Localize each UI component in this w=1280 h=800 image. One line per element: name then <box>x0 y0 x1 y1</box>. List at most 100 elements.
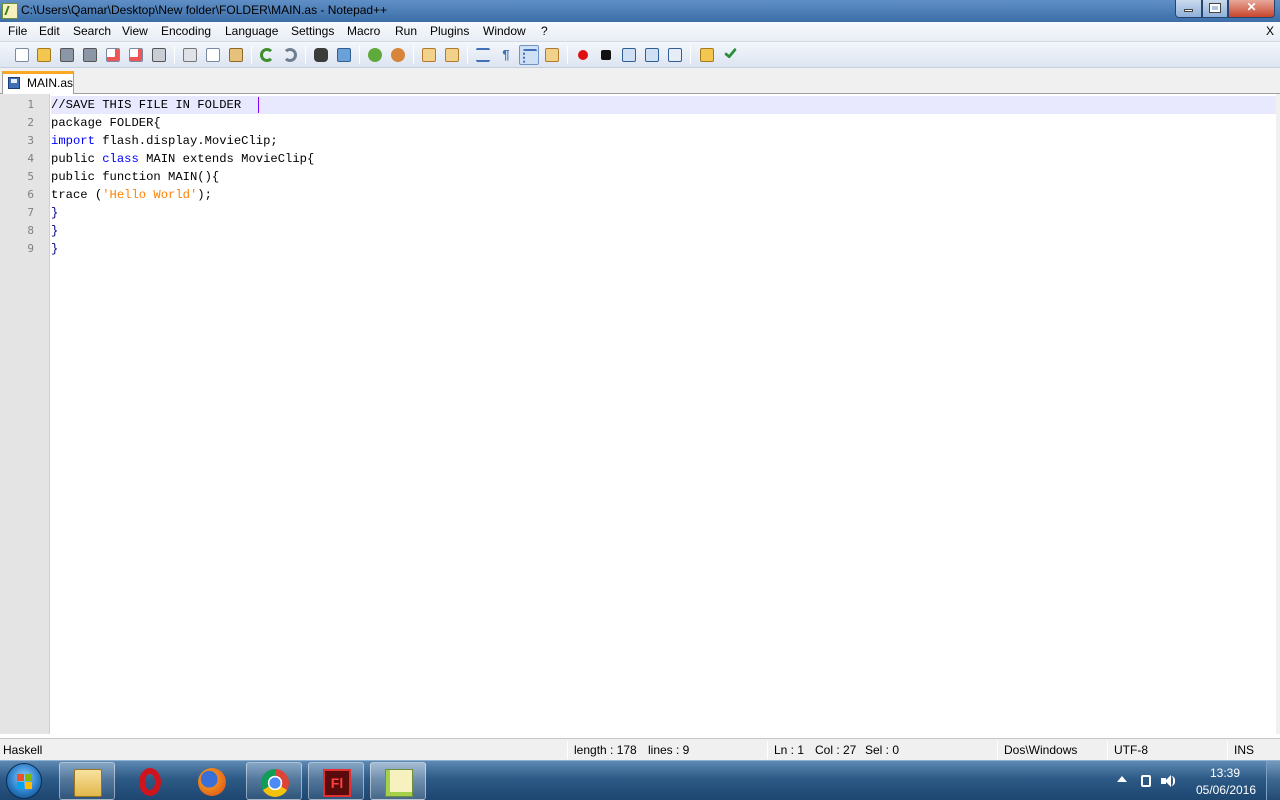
open-file-button[interactable] <box>34 45 54 65</box>
fast-forward-icon <box>645 48 659 62</box>
menu-search[interactable]: Search <box>73 24 111 38</box>
show-hidden-icons-icon[interactable] <box>1117 776 1127 782</box>
menu-macro[interactable]: Macro <box>347 24 380 38</box>
keyword-class: class <box>102 152 139 166</box>
printer-icon <box>152 48 166 62</box>
undo-icon <box>260 48 274 62</box>
line-number: 4 <box>27 152 34 165</box>
line-number: 9 <box>27 242 34 255</box>
volume-icon[interactable] <box>1160 773 1176 789</box>
clock-time[interactable]: 13:39 <box>1200 766 1250 780</box>
copy-button[interactable] <box>203 45 223 65</box>
taskbar-notepad-plus-plus[interactable] <box>370 762 426 800</box>
print-button[interactable] <box>149 45 169 65</box>
stop-recording-button[interactable] <box>596 45 616 65</box>
show-desktop-button[interactable] <box>1266 761 1280 800</box>
close-file-icon <box>106 48 120 62</box>
status-divider <box>1107 741 1108 759</box>
word-wrap-icon <box>476 48 490 62</box>
tab-label: MAIN.as <box>27 76 74 90</box>
zoom-in-icon <box>368 48 382 62</box>
spell-check-icon <box>723 45 738 59</box>
paste-button[interactable] <box>226 45 246 65</box>
document-map-button[interactable] <box>542 45 562 65</box>
pilcrow-icon: ¶ <box>502 47 510 62</box>
status-bar: Haskell length : 178 lines : 9 Ln : 1 Co… <box>0 738 1280 760</box>
indent-guide-button[interactable] <box>519 45 539 65</box>
tab-main-as[interactable]: MAIN.as <box>2 71 74 94</box>
vertical-scrollbar[interactable] <box>1276 94 1280 734</box>
stop-icon <box>601 50 611 60</box>
save-all-button[interactable] <box>80 45 100 65</box>
menu-file[interactable]: File <box>8 24 27 38</box>
power-plug-icon[interactable] <box>1138 773 1154 789</box>
zoom-out-button[interactable] <box>388 45 408 65</box>
taskbar-firefox[interactable] <box>184 762 240 800</box>
taskbar-opera[interactable] <box>122 762 178 800</box>
menu-plugins[interactable]: Plugins <box>430 24 469 38</box>
status-eol: Dos\Windows <box>1004 743 1078 757</box>
code-line-4: public class MAIN extends MovieClip{ <box>51 150 314 168</box>
new-file-button[interactable] <box>12 45 32 65</box>
sync-vertical-button[interactable] <box>419 45 439 65</box>
close-document-button[interactable]: X <box>1266 24 1274 38</box>
save-button[interactable] <box>57 45 77 65</box>
zoom-out-icon <box>391 48 405 62</box>
maximize-button[interactable] <box>1202 0 1228 18</box>
menu-edit[interactable]: Edit <box>39 24 60 38</box>
record-icon <box>578 50 588 60</box>
status-divider <box>1227 741 1228 759</box>
close-button[interactable]: ✕ <box>1228 0 1275 18</box>
toolbar-separator <box>359 46 360 64</box>
code-text: public <box>51 152 103 166</box>
find-button[interactable] <box>311 45 331 65</box>
run-macro-multiple-button[interactable] <box>642 45 662 65</box>
replace-icon <box>337 48 351 62</box>
menu-view[interactable]: View <box>122 24 148 38</box>
line-number: 5 <box>27 170 34 183</box>
status-insert-mode: INS <box>1234 743 1255 757</box>
taskbar-file-explorer[interactable] <box>59 762 115 800</box>
redo-button[interactable] <box>280 45 300 65</box>
toolbar-separator <box>174 46 175 64</box>
taskbar-flash[interactable]: Fl <box>308 762 364 800</box>
spell-check-button[interactable] <box>720 45 740 65</box>
title-bar: C:\Users\Qamar\Desktop\New folder\FOLDER… <box>0 0 1280 22</box>
flash-icon: Fl <box>323 769 351 797</box>
save-macro-button[interactable] <box>665 45 685 65</box>
tab-bar: MAIN.as <box>0 68 1280 94</box>
copy-icon <box>206 48 220 62</box>
text-caret <box>258 97 259 113</box>
opera-icon <box>139 768 161 796</box>
code-line-9: } <box>51 242 59 256</box>
close-file-button[interactable] <box>103 45 123 65</box>
close-all-button[interactable] <box>126 45 146 65</box>
windows-logo-icon <box>17 774 32 789</box>
menu-encoding[interactable]: Encoding <box>161 24 211 38</box>
status-sel: Sel : 0 <box>865 743 900 757</box>
menu-run[interactable]: Run <box>395 24 417 38</box>
sync-horizontal-button[interactable] <box>442 45 462 65</box>
code-text: flash.display.MovieClip; <box>94 134 278 148</box>
undo-button[interactable] <box>257 45 277 65</box>
minimize-button[interactable] <box>1175 0 1202 18</box>
menu-settings[interactable]: Settings <box>291 24 334 38</box>
taskbar-chrome[interactable] <box>246 762 302 800</box>
show-all-chars-button[interactable]: ¶ <box>496 45 516 65</box>
clock-date[interactable]: 05/06/2016 <box>1192 783 1260 797</box>
menu-window[interactable]: Window <box>483 24 526 38</box>
menu-language[interactable]: Language <box>225 24 278 38</box>
cut-button[interactable] <box>180 45 200 65</box>
status-length: length : 178 <box>574 743 637 757</box>
open-folder-button[interactable] <box>697 45 717 65</box>
zoom-in-button[interactable] <box>365 45 385 65</box>
playback-macro-button[interactable] <box>619 45 639 65</box>
word-wrap-button[interactable] <box>473 45 493 65</box>
code-editor[interactable]: 1 2 3 4 5 6 7 8 9 //SAVE THIS FILE IN FO… <box>0 94 1276 734</box>
menu-help[interactable]: ? <box>541 24 548 38</box>
replace-button[interactable] <box>334 45 354 65</box>
record-macro-button[interactable] <box>573 45 593 65</box>
code-line-5: public function MAIN(){ <box>51 170 220 184</box>
minimize-icon <box>1184 9 1193 12</box>
start-button[interactable] <box>6 763 42 799</box>
